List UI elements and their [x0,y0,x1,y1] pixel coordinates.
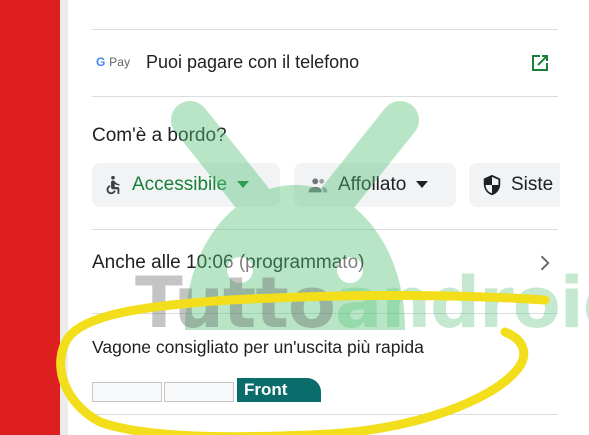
divider-top [92,29,558,30]
carriage-car-1 [92,382,162,402]
red-side-bar [0,0,60,435]
shield-icon [483,174,501,196]
gutter [60,0,68,435]
gpay-logo-pay: Pay [109,55,131,69]
divider-3 [92,313,558,314]
also-prefix: Anche alle [92,252,187,273]
accessible-icon [106,175,120,195]
gpay-logo: G Pay [96,55,130,69]
divider-bottom [92,414,558,415]
chevron-down-icon [416,181,429,188]
systems-chip[interactable]: Siste [469,163,560,207]
carriage-front: Front [237,378,321,402]
carriage-car-2 [164,382,234,402]
chevron-right-icon[interactable] [533,252,555,274]
also-suffix: (programmato) [233,252,365,273]
open-in-new-icon[interactable] [528,51,552,75]
carriage-front-label: Front [244,380,288,399]
onboard-title: Com'è a bordo? [92,125,227,146]
gpay-text: Puoi pagare con il telefono [146,52,360,72]
systems-chip-label: Siste [511,174,554,195]
also-departure-row[interactable]: Anche alle 10:06 (programmato) [92,252,364,274]
divider-1 [92,96,558,97]
crowded-chip[interactable]: Affollato [294,163,456,207]
chevron-down-icon [237,181,250,188]
right-strip [560,0,589,435]
also-time: 10:06 [186,252,234,273]
carriage-title: Vagone consigliato per un'uscita più rap… [92,337,424,357]
accessible-chip[interactable]: Accessibile [92,163,280,207]
people-icon [308,178,328,193]
accessible-chip-label: Accessibile [132,174,228,195]
gpay-logo-g: G [96,55,106,69]
divider-2 [92,229,558,230]
crowded-chip-label: Affollato [338,174,407,195]
